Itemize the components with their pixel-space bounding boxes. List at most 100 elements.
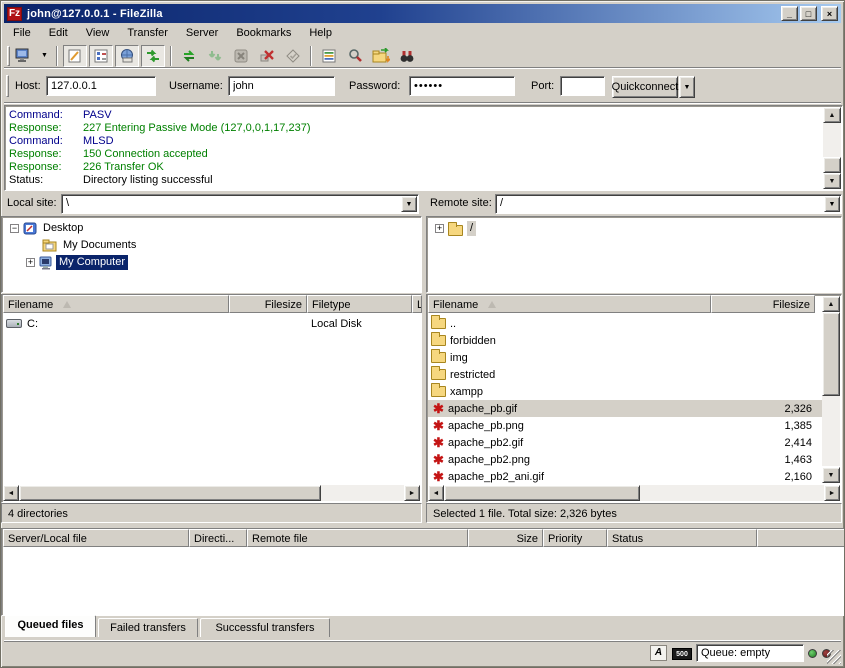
maximize-button[interactable]: □ bbox=[800, 6, 817, 21]
site-manager-dropdown-button[interactable]: ▼ bbox=[38, 45, 51, 67]
queue-col-remote-file[interactable]: Remote file bbox=[247, 529, 468, 547]
local-col-filename[interactable]: Filename bbox=[3, 295, 229, 313]
remote-site-dropdown[interactable]: ▼ bbox=[824, 196, 840, 212]
file-size: 1,463 bbox=[712, 454, 812, 466]
queue-col-priority[interactable]: Priority bbox=[543, 529, 607, 547]
local-col-filetype[interactable]: Filetype bbox=[307, 295, 412, 313]
remote-file-row[interactable]: xampp bbox=[431, 383, 819, 400]
queue-col-local-file[interactable]: Server/Local file bbox=[3, 529, 189, 547]
remote-file-row[interactable]: img bbox=[431, 349, 819, 366]
quickconnect-dropdown-button[interactable]: ▼ bbox=[679, 76, 695, 98]
remote-hscrollbar-track[interactable] bbox=[640, 485, 824, 501]
site-manager-button[interactable] bbox=[12, 45, 36, 67]
local-tree-icon bbox=[93, 48, 109, 64]
port-input[interactable] bbox=[560, 76, 605, 96]
remote-scroll-up-button[interactable]: ▲ bbox=[822, 296, 840, 312]
remote-file-row[interactable]: ✱ apache_pb.png 1,385 bbox=[431, 417, 822, 434]
local-col-lastmodified[interactable]: L bbox=[412, 295, 422, 313]
quickbar-grip[interactable] bbox=[6, 75, 9, 97]
toggle-transfer-queue-button[interactable] bbox=[141, 45, 165, 67]
reconnect-icon bbox=[285, 48, 301, 64]
process-queue-button[interactable] bbox=[203, 45, 227, 67]
queue-col-status[interactable]: Status bbox=[607, 529, 757, 547]
refresh-button[interactable] bbox=[177, 45, 201, 67]
menu-transfer[interactable]: Transfer bbox=[118, 24, 177, 42]
remote-file-row-selected[interactable]: ✱ apache_pb.gif 2,326 bbox=[428, 400, 822, 417]
log-scrollbar-thumb[interactable] bbox=[823, 157, 841, 173]
toggle-local-tree-button[interactable] bbox=[89, 45, 113, 67]
remote-hscrollbar-thumb[interactable] bbox=[444, 485, 640, 501]
local-file-row[interactable]: C: Local Disk bbox=[6, 315, 416, 332]
remote-file-row[interactable]: .. bbox=[431, 315, 819, 332]
log-scroll-down-button[interactable]: ▼ bbox=[823, 173, 841, 189]
ascii-datatype-icon[interactable]: A bbox=[650, 645, 667, 661]
local-hscrollbar-thumb[interactable] bbox=[19, 485, 321, 501]
title-bar[interactable]: Fz john@127.0.0.1 - FileZilla _ □ × bbox=[4, 4, 841, 23]
remote-col-filename[interactable]: Filename bbox=[428, 295, 711, 313]
menu-server[interactable]: Server bbox=[177, 24, 227, 42]
resize-grip[interactable] bbox=[827, 650, 841, 664]
remote-col-filesize[interactable]: Filesize bbox=[711, 295, 815, 313]
local-col-filesize[interactable]: Filesize bbox=[229, 295, 307, 313]
tree-item-my-documents[interactable]: My Documents bbox=[42, 237, 139, 254]
close-button[interactable]: × bbox=[821, 6, 838, 21]
disconnect-button[interactable] bbox=[255, 45, 279, 67]
host-input[interactable] bbox=[46, 76, 156, 96]
find-files-button[interactable] bbox=[395, 45, 419, 67]
menu-edit[interactable]: Edit bbox=[40, 24, 77, 42]
tab-queued-files[interactable]: Queued files bbox=[5, 615, 96, 637]
remote-file-row[interactable]: ✱ apache_pb2.png 1,463 bbox=[431, 451, 822, 468]
local-site-dropdown[interactable]: ▼ bbox=[401, 196, 417, 212]
tab-failed-transfers[interactable]: Failed transfers bbox=[98, 618, 198, 637]
filezilla-logo-icon: Fz bbox=[7, 7, 22, 21]
toolbar-grip[interactable] bbox=[7, 46, 10, 66]
menu-file[interactable]: File bbox=[4, 24, 40, 42]
remote-file-row[interactable]: ✱ apache_pb2.gif 2,414 bbox=[431, 434, 822, 451]
toggle-message-log-button[interactable] bbox=[63, 45, 87, 67]
expand-icon[interactable]: + bbox=[435, 224, 444, 233]
file-name: .. bbox=[450, 318, 456, 330]
scroll-left-icon: ◄ bbox=[433, 490, 440, 497]
remote-site-combo[interactable]: / ▼ bbox=[495, 194, 842, 214]
queue-size-panel: Queue: empty bbox=[696, 644, 804, 662]
expand-icon[interactable]: + bbox=[26, 258, 35, 267]
transfer-queue-icon bbox=[145, 48, 161, 64]
reconnect-button[interactable] bbox=[281, 45, 305, 67]
remote-vscrollbar-track[interactable] bbox=[822, 396, 840, 466]
local-scroll-left-button[interactable]: ◄ bbox=[3, 485, 19, 501]
quickconnect-button[interactable]: Quickconnect bbox=[612, 76, 678, 98]
collapse-icon[interactable]: − bbox=[10, 224, 19, 233]
local-site-combo[interactable]: \ ▼ bbox=[61, 194, 419, 214]
remote-vscrollbar-thumb[interactable] bbox=[822, 312, 840, 396]
filename-filters-button[interactable] bbox=[343, 45, 367, 67]
queue-col-direction[interactable]: Directi... bbox=[189, 529, 247, 547]
local-scroll-right-button[interactable]: ► bbox=[404, 485, 420, 501]
menu-view[interactable]: View bbox=[77, 24, 119, 42]
tree-item-root[interactable]: + / bbox=[435, 220, 476, 237]
password-input[interactable] bbox=[409, 76, 515, 96]
log-scroll-up-button[interactable]: ▲ bbox=[823, 107, 841, 123]
remote-file-row[interactable]: ✱ apache_pb2_ani.gif 2,160 bbox=[431, 468, 822, 485]
directory-comparison-button[interactable] bbox=[317, 45, 341, 67]
remote-scroll-down-button[interactable]: ▼ bbox=[822, 467, 840, 483]
minimize-button[interactable]: _ bbox=[781, 6, 798, 21]
tree-item-my-computer[interactable]: + My Computer bbox=[26, 254, 128, 271]
menu-bookmarks[interactable]: Bookmarks bbox=[227, 24, 300, 42]
username-input[interactable] bbox=[228, 76, 335, 96]
remote-file-row[interactable]: forbidden bbox=[431, 332, 819, 349]
queue-col-size[interactable]: Size bbox=[468, 529, 543, 547]
tree-item-desktop[interactable]: − Desktop bbox=[10, 220, 86, 237]
cancel-operation-button[interactable] bbox=[229, 45, 253, 67]
toggle-remote-tree-button[interactable] bbox=[115, 45, 139, 67]
remote-file-row[interactable]: restricted bbox=[431, 366, 819, 383]
speed-limits-icon[interactable]: 500 bbox=[672, 648, 692, 660]
menu-help[interactable]: Help bbox=[300, 24, 341, 42]
remote-scroll-right-button[interactable]: ► bbox=[824, 485, 840, 501]
synchronized-browsing-button[interactable] bbox=[369, 45, 393, 67]
local-hscrollbar-track[interactable] bbox=[321, 485, 404, 501]
remote-scroll-left-button[interactable]: ◄ bbox=[428, 485, 444, 501]
log-scrollbar-track[interactable] bbox=[823, 123, 841, 157]
scroll-right-icon: ► bbox=[829, 490, 836, 497]
tab-successful-transfers[interactable]: Successful transfers bbox=[200, 618, 330, 637]
toolbar-separator bbox=[56, 46, 58, 66]
